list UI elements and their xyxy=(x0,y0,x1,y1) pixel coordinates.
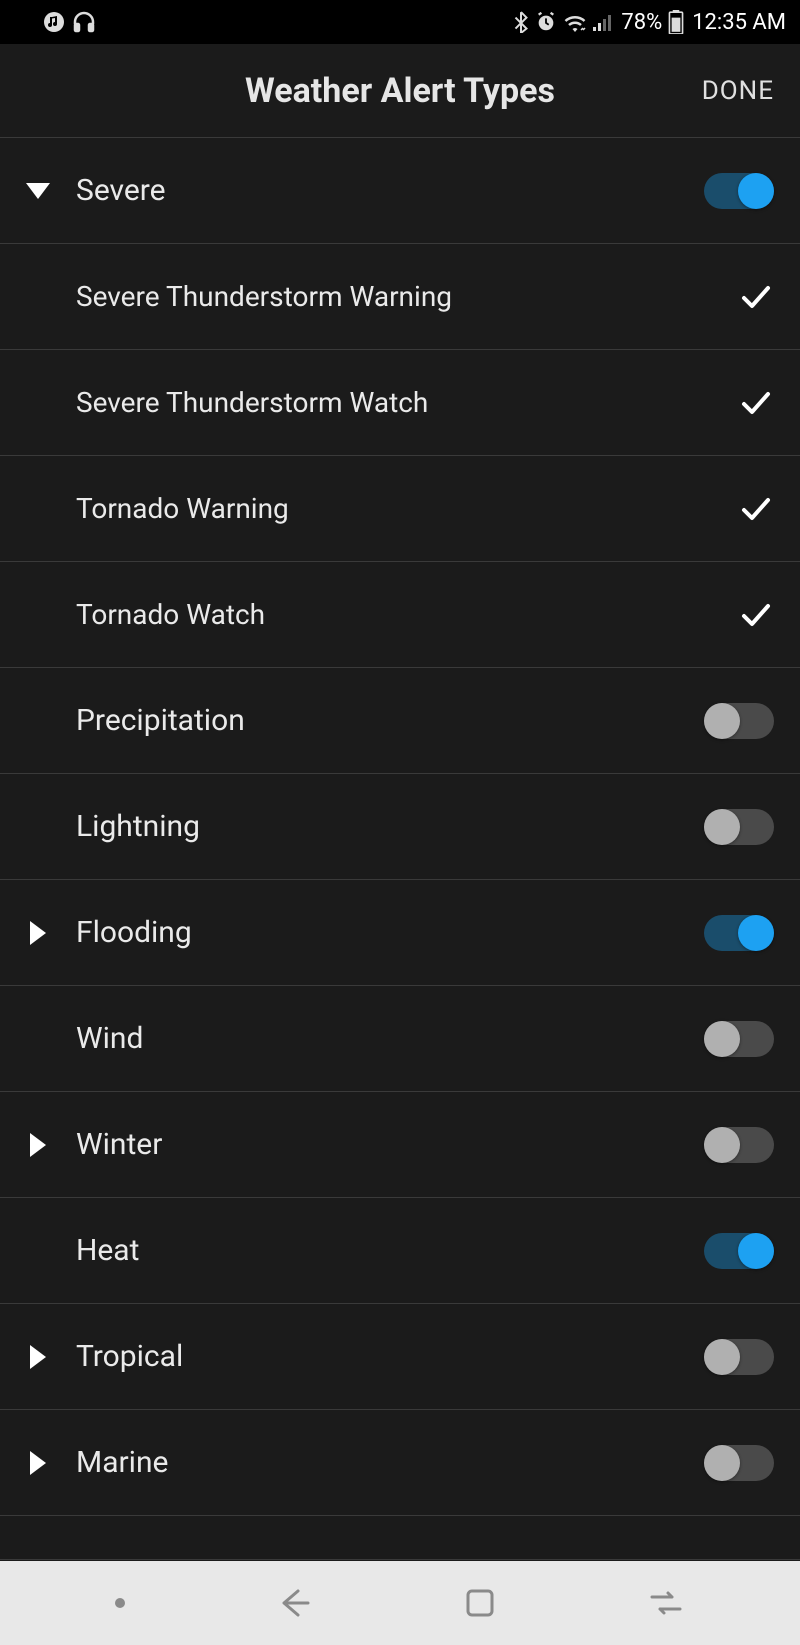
category-label: Flooding xyxy=(76,915,694,950)
sub-label: Tornado Watch xyxy=(76,598,694,631)
alert-type-list[interactable]: Severe Severe Thunderstorm Warning Sever… xyxy=(0,138,800,1561)
sub-label: Severe Thunderstorm Watch xyxy=(76,386,694,419)
chevron-right-icon xyxy=(30,1345,46,1369)
category-tropical[interactable]: Tropical xyxy=(0,1304,800,1410)
signal-icon xyxy=(593,13,615,31)
bluetooth-icon xyxy=(513,11,529,33)
status-left xyxy=(44,10,96,34)
toggle-heat[interactable] xyxy=(704,1233,774,1269)
status-right: 78% 12:35 AM xyxy=(513,10,786,35)
chevron-right-icon xyxy=(30,1133,46,1157)
nav-recent-button[interactable] xyxy=(646,1585,686,1621)
category-severe[interactable]: Severe xyxy=(0,138,800,244)
alarm-icon xyxy=(535,11,557,33)
toggle-lightning[interactable] xyxy=(704,809,774,845)
item-heat[interactable]: Heat xyxy=(0,1198,800,1304)
page-title: Weather Alert Types xyxy=(245,71,555,111)
chevron-right-icon xyxy=(30,1451,46,1475)
app-content: Weather Alert Types DONE Severe Severe T… xyxy=(0,44,800,1561)
item-label: Wind xyxy=(76,1021,694,1056)
category-label: Marine xyxy=(76,1445,694,1480)
battery-percent: 78% xyxy=(621,10,662,35)
wifi-icon xyxy=(563,12,587,32)
item-lightning[interactable]: Lightning xyxy=(0,774,800,880)
nav-back-button[interactable] xyxy=(274,1583,314,1623)
list-bottom-spacer xyxy=(0,1516,800,1560)
status-bar: 78% 12:35 AM xyxy=(0,0,800,44)
check-icon xyxy=(738,491,774,527)
sub-label: Tornado Warning xyxy=(76,492,694,525)
headphones-icon xyxy=(72,10,96,34)
system-nav-bar xyxy=(0,1561,800,1645)
category-label: Winter xyxy=(76,1127,694,1162)
chevron-down-icon xyxy=(26,183,50,199)
sub-severe-thunderstorm-watch[interactable]: Severe Thunderstorm Watch xyxy=(0,350,800,456)
category-marine[interactable]: Marine xyxy=(0,1410,800,1516)
category-flooding[interactable]: Flooding xyxy=(0,880,800,986)
item-label: Heat xyxy=(76,1233,694,1268)
done-button[interactable]: DONE xyxy=(702,76,774,106)
battery-icon xyxy=(668,10,684,34)
check-icon xyxy=(738,279,774,315)
item-label: Precipitation xyxy=(76,703,694,738)
item-wind[interactable]: Wind xyxy=(0,986,800,1092)
category-label: Severe xyxy=(76,173,694,208)
clock-time: 12:35 AM xyxy=(692,10,786,35)
toggle-winter[interactable] xyxy=(704,1127,774,1163)
item-label: Lightning xyxy=(76,809,694,844)
sub-label: Severe Thunderstorm Warning xyxy=(76,280,694,313)
toggle-wind[interactable] xyxy=(704,1021,774,1057)
sub-severe-thunderstorm-warning[interactable]: Severe Thunderstorm Warning xyxy=(0,244,800,350)
toggle-flooding[interactable] xyxy=(704,915,774,951)
toggle-severe[interactable] xyxy=(704,173,774,209)
nav-dot[interactable] xyxy=(114,1597,126,1609)
check-icon xyxy=(738,385,774,421)
toggle-marine[interactable] xyxy=(704,1445,774,1481)
category-label: Tropical xyxy=(76,1339,694,1374)
chevron-right-icon xyxy=(30,921,46,945)
nav-home-button[interactable] xyxy=(462,1585,498,1621)
music-note-icon xyxy=(44,12,64,32)
toggle-precipitation[interactable] xyxy=(704,703,774,739)
sub-tornado-watch[interactable]: Tornado Watch xyxy=(0,562,800,668)
toggle-tropical[interactable] xyxy=(704,1339,774,1375)
item-precipitation[interactable]: Precipitation xyxy=(0,668,800,774)
check-icon xyxy=(738,597,774,633)
sub-tornado-warning[interactable]: Tornado Warning xyxy=(0,456,800,562)
category-winter[interactable]: Winter xyxy=(0,1092,800,1198)
app-header: Weather Alert Types DONE xyxy=(0,44,800,138)
